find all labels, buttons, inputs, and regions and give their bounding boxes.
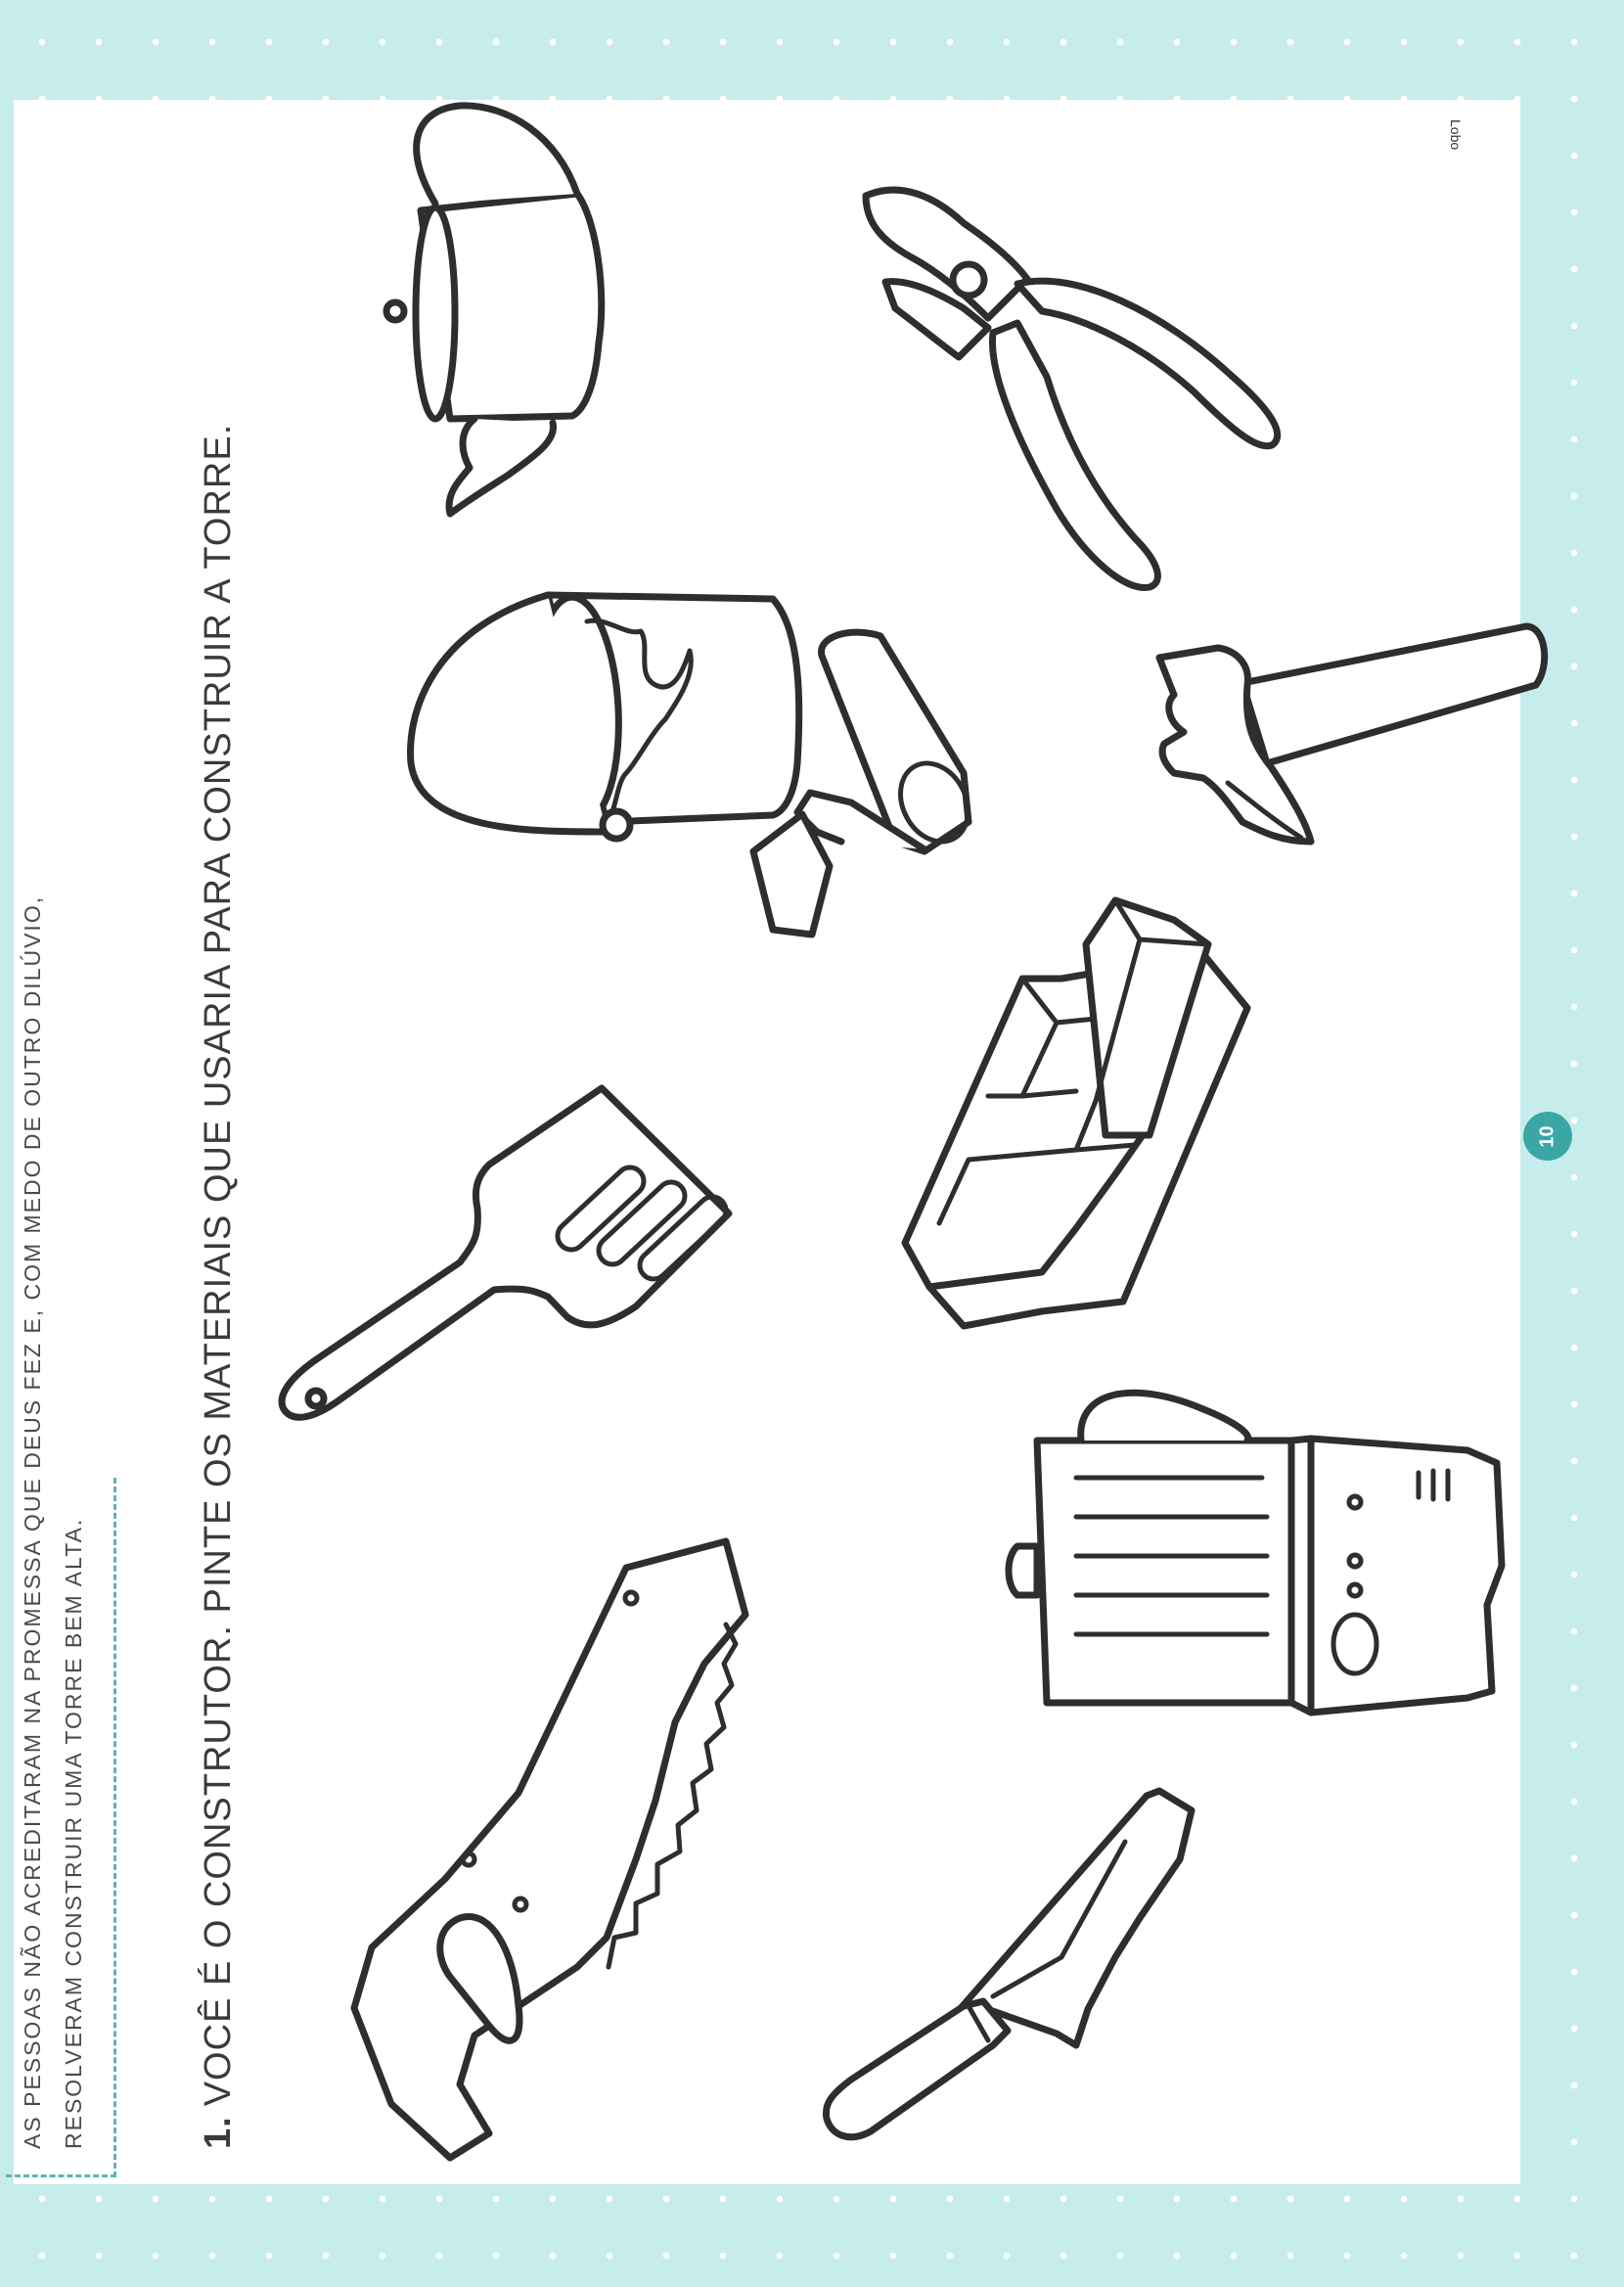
blender-icon (1005, 1389, 1506, 1716)
spatula-icon (278, 1084, 733, 1421)
saw-icon (350, 1537, 749, 2162)
pliers-icon (862, 186, 1282, 591)
paint-bucket-icon (407, 591, 803, 843)
teapot-icon (383, 102, 606, 518)
bricks-icon (901, 896, 1251, 1330)
trowel-icon (822, 1787, 1195, 2141)
illustrations (278, 102, 1549, 2162)
hammer-icon (1155, 622, 1549, 846)
